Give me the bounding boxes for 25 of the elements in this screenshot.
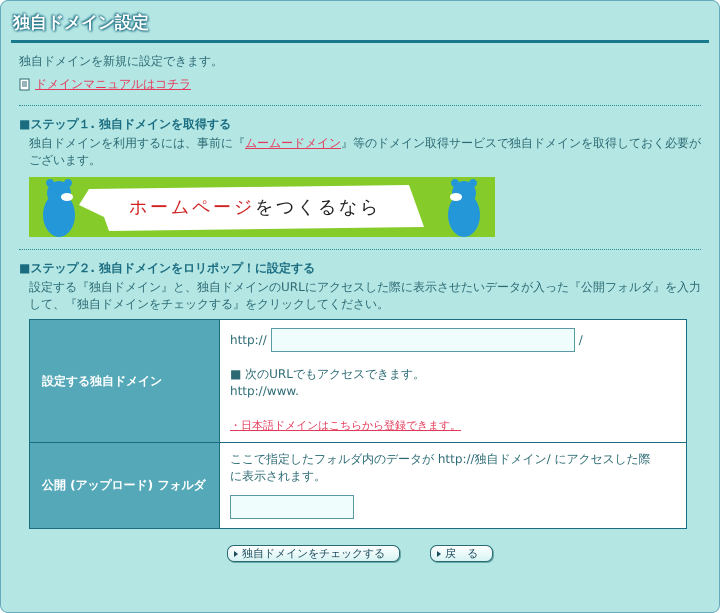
- triangle-icon: [234, 550, 238, 556]
- domain-input[interactable]: [270, 328, 575, 352]
- page-title: 独自ドメイン設定: [11, 9, 709, 43]
- banner-text: ホームページ をつくるなら: [129, 196, 381, 219]
- note-text: ■ 次のURLでもアクセスできます。: [230, 366, 426, 383]
- folder-description: ここで指定したフォルダ内のデータが http://独自ドメイン/ にアクセスした際に表示されます。: [230, 451, 652, 485]
- intro-text: 独自ドメインを新規に設定できます。: [19, 53, 224, 70]
- step-description: 設定する『独自ドメイン』と、独自ドメインのURLにアクセスした際に表示させたいデータが入った『公開フォルダ』を入力して、『独自ドメインをチェックする』をクリックしてください。: [29, 279, 701, 313]
- url-suffix: /: [578, 332, 583, 348]
- step-heading: ■ステップ２. 独自ドメインをロリポップ！に設定する: [19, 260, 316, 277]
- step-description: 独自ドメインを利用するには、事前に『ムームードメイン』等のドメイン取得サービスで独自ドメインを取得しておく必要がございます。: [29, 135, 701, 169]
- action-button[interactable]: 戻 る: [430, 545, 493, 562]
- banner-drawing[interactable]: [29, 177, 495, 237]
- registrar-link[interactable]: ムームードメイン: [245, 136, 341, 150]
- manual-link[interactable]: ドメインマニュアルはコチラ: [35, 76, 191, 93]
- triangle-icon: [437, 550, 441, 556]
- document-icon: [19, 78, 31, 91]
- row-label: 設定する独自ドメイン: [30, 320, 220, 442]
- japanese-domain-link[interactable]: ・日本語ドメインはこちらから登録できます。: [230, 419, 461, 432]
- row-label: 公開 (アップロード) フォルダ: [30, 442, 220, 528]
- www-url: http://www.: [230, 383, 300, 400]
- step-heading: ■ステップ１. 独自ドメインを取得する: [19, 116, 232, 133]
- url-prefix: http://: [230, 332, 267, 348]
- folder-input[interactable]: [230, 495, 354, 519]
- action-button[interactable]: 独自ドメインをチェックする: [227, 545, 400, 562]
